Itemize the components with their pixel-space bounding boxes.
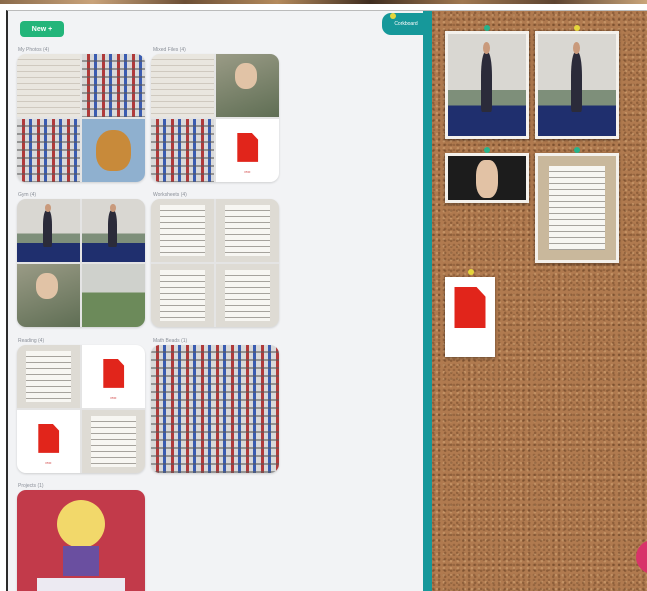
panel-divider[interactable] [423,11,432,591]
group-label: Math Beads (1) [153,338,188,344]
album-card[interactable] [17,490,145,591]
group-label: Gym (4) [18,192,37,198]
pinned-photo[interactable] [445,31,529,139]
photo-thumbnail [17,54,80,117]
pin-icon [468,269,474,275]
pdf-caption: PDF [244,170,251,175]
photo-thumbnail [82,199,145,262]
photo-thumbnail [17,119,80,182]
pinned-photo[interactable] [445,153,529,203]
album-card[interactable] [151,199,279,327]
pinned-photo[interactable] [535,31,619,139]
photo-thumbnail [216,54,279,117]
drawing-face [57,500,105,548]
corkboard [432,11,647,591]
pdf-file-thumbnail: PDF [82,345,145,408]
pdf-icon [37,423,60,453]
drawing-body [63,546,99,576]
photo-thumbnail [151,264,214,327]
album-card[interactable]: PDF PDF [17,345,145,473]
photo-thumbnail [82,119,145,182]
group-label: My Photos (4) [18,47,50,53]
photo-thumbnail [151,54,214,117]
pdf-caption: PDF [45,461,52,466]
album-card[interactable] [151,345,279,473]
top-photo-strip [0,0,647,4]
photo-thumbnail [17,199,80,262]
group-label: Reading (4) [18,338,45,344]
group-label: Projects (1) [18,483,44,489]
pdf-file-thumbnail: PDF [216,119,279,182]
photo-thumbnail [216,199,279,262]
pin-icon [574,147,580,153]
album-panel: New + My Photos (4) Mixed Files (4) PDF … [8,11,424,591]
pdf-caption: PDF [110,396,117,401]
new-button-label: New + [31,25,53,33]
pdf-icon [236,132,259,162]
pinned-pdf[interactable] [445,277,495,357]
photo-thumbnail [151,119,214,182]
person-figure [476,160,498,198]
photo-thumbnail [17,345,80,408]
photo-thumbnail [82,54,145,117]
new-button[interactable]: New + [20,21,64,37]
pdf-icon [454,286,486,329]
group-label: Mixed Files (4) [153,47,186,53]
corkboard-tab-label: Corkboard [394,21,418,27]
pdf-file-thumbnail: PDF [17,410,80,473]
tab-indicator-dot [390,13,396,19]
photo-thumbnail [151,199,214,262]
photo-thumbnail [82,264,145,327]
pin-icon [484,25,490,31]
pin-icon [484,147,490,153]
album-card[interactable]: PDF [151,54,279,182]
album-card[interactable] [17,54,145,182]
pin-icon [574,25,580,31]
pdf-icon [102,358,125,388]
drawing-caption-strip [37,578,125,591]
group-label: Worksheets (4) [153,192,187,198]
pinned-photo[interactable] [535,153,619,263]
photo-thumbnail [216,264,279,327]
photo-thumbnail [82,410,145,473]
album-card[interactable] [17,199,145,327]
photo-thumbnail [17,264,80,327]
